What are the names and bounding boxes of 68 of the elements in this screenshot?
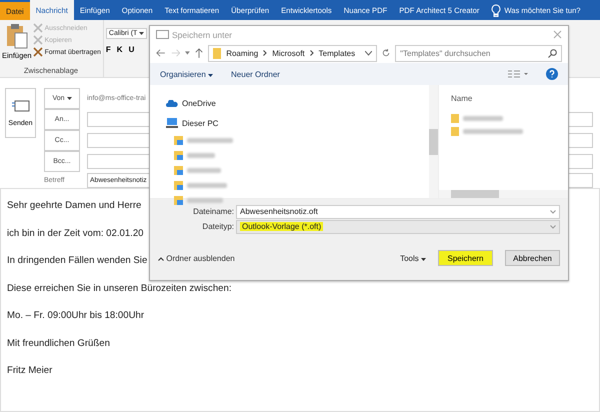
chevron-up-icon <box>158 256 164 260</box>
caret-icon <box>139 32 144 35</box>
blurred-label <box>187 168 221 173</box>
format-button[interactable]: F <box>106 45 111 54</box>
view-list-icon[interactable] <box>508 70 528 78</box>
filename-field[interactable]: Abwesenheitsnotiz.oft <box>236 204 560 218</box>
folder-icon <box>174 181 183 190</box>
body-paragraph: Diese erreichen Sie in unseren Bürozeiten zwischen: <box>7 282 232 296</box>
caret-icon[interactable] <box>185 51 190 55</box>
scrollbar[interactable] <box>429 85 438 198</box>
blurred-label <box>187 198 223 203</box>
blurred-label <box>187 183 227 188</box>
blurred-label <box>187 153 215 158</box>
body-paragraph: Sehr geehrte Damen und Herre <box>7 199 142 213</box>
chevron-down-icon <box>550 224 556 228</box>
blurred-label <box>463 116 503 121</box>
folder-icon <box>174 196 183 205</box>
close-icon[interactable] <box>553 30 562 39</box>
computer-icon <box>166 118 178 128</box>
caret-icon <box>421 258 426 260</box>
blurred-label <box>187 138 233 143</box>
breadcrumb[interactable]: Roaming <box>226 48 258 58</box>
caret-icon <box>66 97 72 100</box>
organize-menu[interactable]: Organisieren <box>160 70 214 78</box>
folder-icon <box>174 166 183 175</box>
cloud-icon <box>166 100 178 106</box>
column-header[interactable]: Name <box>451 94 556 112</box>
envelope-icon <box>12 100 30 112</box>
scrollbar[interactable] <box>439 190 568 198</box>
filetype-dropdown[interactable]: Outlook-Vorlage (*.oft) <box>236 220 560 234</box>
body-paragraph: Mo. – Fr. 09:00Uhr bis 18:00Uhr <box>7 309 144 323</box>
search-icon <box>548 48 558 58</box>
folder-icon <box>174 151 183 160</box>
caret-icon[interactable] <box>365 50 372 56</box>
nav-item[interactable]: OneDrive <box>166 93 216 113</box>
format-button[interactable]: U <box>128 45 134 54</box>
folder-icon <box>213 48 222 58</box>
body-paragraph: Mit freundlichen Grüßen <box>7 336 110 350</box>
tools-menu[interactable]: Tools <box>400 254 426 262</box>
filename-label: Dateiname: <box>192 207 234 216</box>
body-paragraph: ich bin in der Zeit vom: 02.01.20 <box>7 226 144 240</box>
lightbulb-icon <box>491 4 502 16</box>
blurred-label <box>463 129 523 134</box>
save-button[interactable]: Speichern <box>438 250 493 266</box>
back-arrow-icon[interactable] <box>156 48 166 58</box>
chevron-right-icon <box>310 50 314 56</box>
address-bar[interactable]: Roaming Microsoft Templates <box>208 44 378 62</box>
folder-icon <box>174 136 183 145</box>
caret-icon <box>208 74 214 76</box>
chevron-right-icon <box>263 50 268 56</box>
breadcrumb[interactable]: Templates <box>318 48 356 58</box>
refresh-icon[interactable] <box>382 48 390 58</box>
up-arrow-icon[interactable] <box>195 47 204 59</box>
breadcrumb[interactable]: Microsoft <box>272 48 305 58</box>
cancel-button[interactable]: Abbrechen <box>505 250 560 266</box>
help-icon[interactable] <box>546 68 558 80</box>
clipboard-icon <box>4 23 29 49</box>
body-paragraph: Fritz Meier <box>7 364 52 378</box>
body-paragraph: In dringenden Fällen wenden Sie <box>7 254 148 268</box>
hide-folders-button[interactable]: Ordner ausblenden <box>158 254 235 262</box>
window-title: Speichern unter <box>172 30 234 40</box>
window-icon <box>156 30 169 39</box>
nav-item[interactable]: Dieser PC <box>166 113 218 133</box>
new-folder-button[interactable]: Neuer Ordner <box>231 70 280 78</box>
format-button[interactable]: K <box>116 45 123 54</box>
chevron-down-icon <box>550 210 556 214</box>
filetype-label: Dateityp: <box>201 222 234 231</box>
search-field[interactable]: "Templates" durchsuchen <box>395 44 562 62</box>
